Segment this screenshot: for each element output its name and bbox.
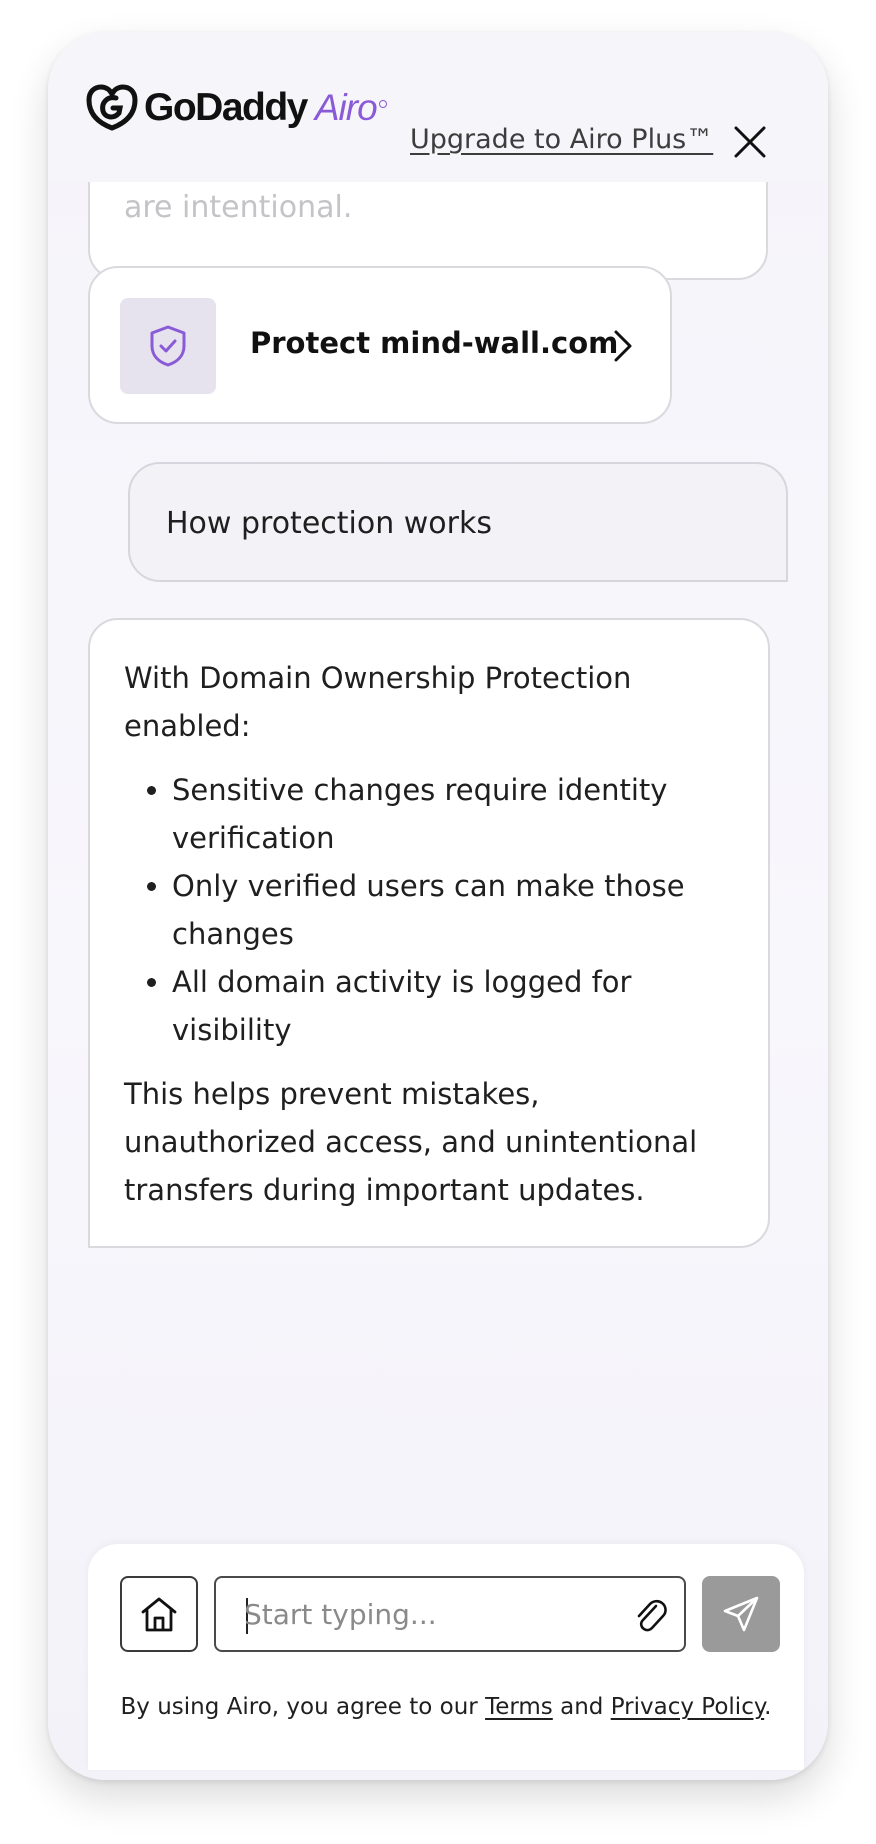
chat-header: GoDaddy Airo Upgrade to Airo Plus™ [48,32,828,182]
assistant-intro: With Domain Ownership Protection enabled… [124,661,632,743]
list-item: Sensitive changes require identity verif… [172,766,734,862]
send-button[interactable] [702,1576,780,1652]
message-composer: By using Airo, you agree to our Terms an… [88,1544,804,1770]
paperclip-icon[interactable] [632,1596,668,1636]
assistant-outro: This helps prevent mistakes, unauthorize… [124,1077,698,1207]
list-item: All domain activity is logged for visibi… [172,958,734,1054]
legal-disclaimer: By using Airo, you agree to our Terms an… [88,1694,804,1720]
terms-link[interactable]: Terms [485,1694,553,1720]
brand-name: GoDaddy [144,86,308,129]
assistant-bullet-list: Sensitive changes require identity verif… [124,766,734,1054]
product-name: Airo [314,87,378,128]
legal-suffix: . [764,1694,772,1720]
previous-message-text: are intentional. [124,190,353,225]
user-message-bubble: How protection works [128,462,788,582]
privacy-policy-link[interactable]: Privacy Policy [611,1694,764,1720]
chevron-right-icon [614,330,632,362]
close-icon[interactable] [732,124,768,160]
home-icon [141,1597,177,1632]
shield-tile [120,298,216,394]
registered-mark [378,100,387,108]
message-input[interactable] [244,1592,604,1636]
protect-domain-card[interactable]: Protect mind-wall.com [88,266,672,424]
home-button[interactable] [120,1576,198,1652]
airo-chat-panel: are intentional. GoDaddy Airo Upgrade to… [48,32,828,1780]
assistant-message-card: With Domain Ownership Protection enabled… [88,618,770,1248]
godaddy-logo-icon [86,84,138,131]
protect-domain-label: Protect mind-wall.com [250,326,619,360]
user-message-text: How protection works [166,506,493,541]
godaddy-airo-logo: GoDaddy Airo [86,84,387,132]
message-input-wrapper [214,1576,686,1652]
list-item: Only verified users can make those chang… [172,862,734,958]
legal-and: and [552,1694,611,1720]
upgrade-link[interactable]: Upgrade to Airo Plus™ [410,124,713,155]
shield-check-icon [150,325,186,367]
legal-prefix: By using Airo, you agree to our [120,1694,486,1720]
send-icon [723,1596,759,1632]
